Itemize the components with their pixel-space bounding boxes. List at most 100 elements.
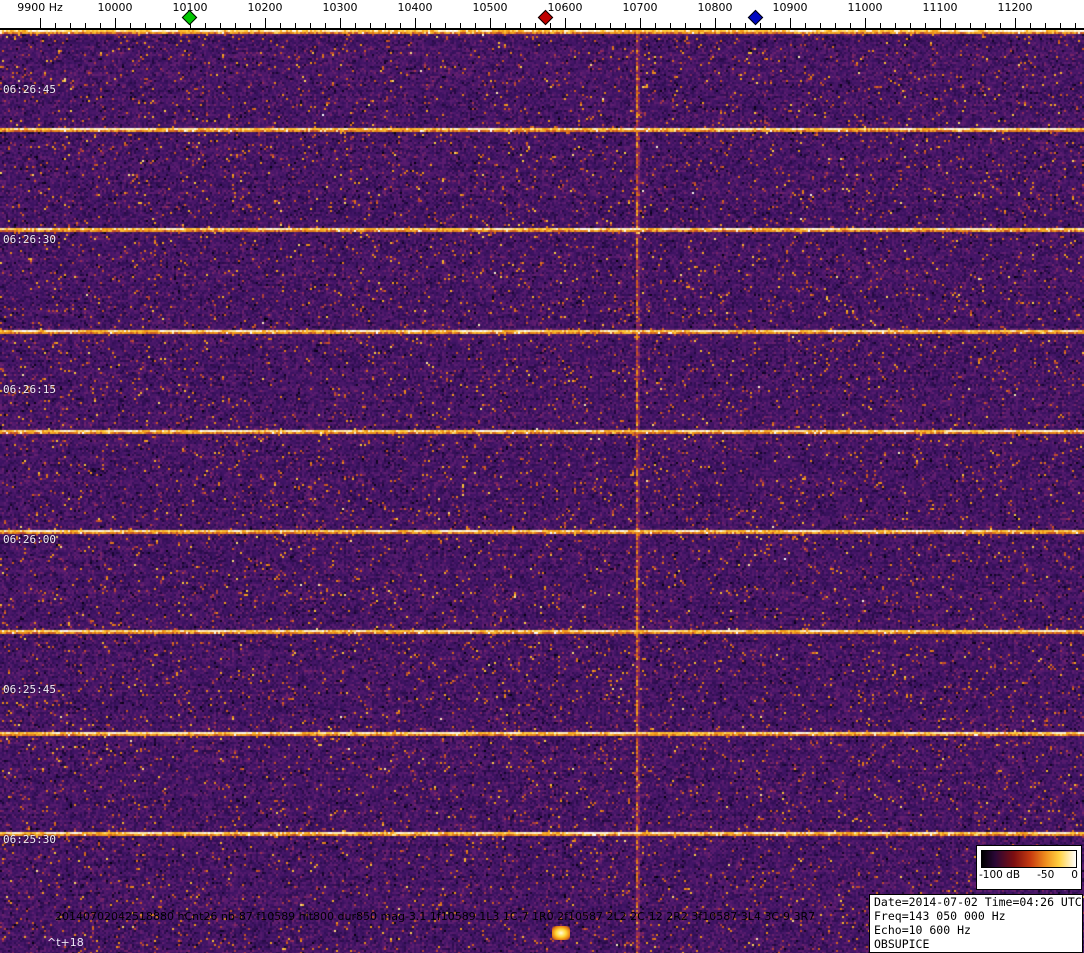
ruler-tick <box>595 23 596 28</box>
ruler-tick <box>730 23 731 28</box>
ruler-tick <box>280 23 281 28</box>
ruler-tick <box>1075 23 1076 28</box>
ruler-freq-label: 10500 <box>472 1 508 14</box>
blue-marker-diamond[interactable] <box>747 9 764 26</box>
ruler-tick <box>400 23 401 28</box>
time-label: 06:26:45 <box>3 83 56 96</box>
spectrogram-waterfall[interactable] <box>0 30 1084 953</box>
db-scale-label: 0 <box>1071 869 1078 881</box>
ruler-tick <box>955 23 956 28</box>
ruler-tick <box>85 23 86 28</box>
ruler-freq-label: 10200 <box>247 1 283 14</box>
ruler-tick <box>430 23 431 28</box>
db-scale-labels: -100 dB -50 0 <box>979 869 1078 881</box>
ruler-tick <box>850 23 851 28</box>
ruler-tick <box>445 23 446 28</box>
ruler-tick <box>160 23 161 28</box>
ruler-tick <box>760 23 761 28</box>
ruler-tick <box>145 23 146 28</box>
ruler-tick <box>625 23 626 28</box>
ruler-tick <box>685 23 686 28</box>
ruler-tick <box>985 23 986 28</box>
detection-log-text: 20140702042518880 hCnt26 nb-87 f10589 hi… <box>55 910 816 923</box>
ruler-tick <box>880 23 881 28</box>
ruler-tick <box>175 23 176 28</box>
ruler-freq-label: 10800 <box>697 1 733 14</box>
ruler-tick <box>610 23 611 28</box>
ruler-tick <box>925 23 926 28</box>
ruler-tick <box>310 23 311 28</box>
ruler-tick <box>565 18 566 28</box>
ruler-freq-label: 10400 <box>397 1 433 14</box>
ruler-tick <box>475 23 476 28</box>
meteor-spectrogram-app: 9900 Hz 10000 10100 10200 10300 10400 10500 106… <box>0 0 1084 953</box>
ruler-tick <box>655 23 656 28</box>
ruler-tick <box>40 18 41 28</box>
ruler-freq-label: 10700 <box>622 1 658 14</box>
ruler-tick <box>700 23 701 28</box>
ruler-tick <box>490 18 491 28</box>
ruler-tick <box>640 18 641 28</box>
ruler-tick <box>100 23 101 28</box>
ruler-tick <box>385 23 386 28</box>
ruler-tick <box>535 23 536 28</box>
ruler-tick <box>205 23 206 28</box>
ruler-tick <box>505 23 506 28</box>
ruler-tick <box>355 23 356 28</box>
time-label: 06:26:00 <box>3 533 56 546</box>
ruler-tick <box>820 23 821 28</box>
ruler-tick <box>580 23 581 28</box>
color-gradient-bar <box>981 850 1077 868</box>
time-label: 06:25:30 <box>3 833 56 846</box>
ruler-tick <box>940 18 941 28</box>
ruler-tick <box>235 23 236 28</box>
ruler-freq-label: 10300 <box>322 1 358 14</box>
ruler-tick <box>670 23 671 28</box>
ruler-tick <box>865 18 866 28</box>
ruler-tick <box>265 18 266 28</box>
ruler-freq-label: 11100 <box>922 1 958 14</box>
ruler-freq-label: 11000 <box>847 1 883 14</box>
info-line: Echo=10 600 Hz <box>874 923 971 937</box>
observation-info-panel: Date=2014-07-02 Time=04:26 UTC Freq=143 0… <box>869 894 1083 953</box>
info-line: Freq=143 050 000 Hz <box>874 909 1006 923</box>
ruler-tick <box>790 18 791 28</box>
ruler-tick <box>550 23 551 28</box>
cursor-time-readout: ^t+18 <box>47 936 84 949</box>
db-scale-label: -50 <box>1037 869 1055 881</box>
frequency-ruler[interactable]: 9900 Hz 10000 10100 10200 10300 10400 10500 106… <box>0 0 1084 30</box>
ruler-tick <box>1030 23 1031 28</box>
ruler-tick <box>745 23 746 28</box>
ruler-tick <box>910 23 911 28</box>
info-line: Date=2014-07-02 Time=04:26 UTC <box>874 895 1082 909</box>
ruler-tick <box>1060 23 1061 28</box>
ruler-freq-label: 10900 <box>772 1 808 14</box>
ruler-tick <box>895 23 896 28</box>
time-label: 06:26:30 <box>3 233 56 246</box>
time-label: 06:26:15 <box>3 383 56 396</box>
ruler-tick <box>775 23 776 28</box>
ruler-tick <box>70 23 71 28</box>
ruler-tick <box>1045 23 1046 28</box>
ruler-freq-label: 10600 <box>547 1 583 14</box>
ruler-tick <box>130 23 131 28</box>
ruler-tick <box>805 23 806 28</box>
ruler-freq-label: 10000 <box>97 1 133 14</box>
ruler-tick <box>370 23 371 28</box>
ruler-tick <box>325 23 326 28</box>
echo-event-marker <box>552 926 570 940</box>
ruler-tick <box>220 23 221 28</box>
ruler-tick <box>835 23 836 28</box>
ruler-freq-label: 9900 Hz <box>17 1 63 14</box>
db-color-scale: -100 dB -50 0 <box>976 845 1082 890</box>
ruler-tick <box>460 23 461 28</box>
ruler-tick <box>115 18 116 28</box>
ruler-tick <box>970 23 971 28</box>
ruler-tick <box>250 23 251 28</box>
time-label: 06:25:45 <box>3 683 56 696</box>
ruler-freq-label: 11200 <box>997 1 1033 14</box>
ruler-tick <box>520 23 521 28</box>
ruler-tick <box>55 23 56 28</box>
db-scale-label: -100 dB <box>979 869 1021 881</box>
ruler-tick <box>715 18 716 28</box>
